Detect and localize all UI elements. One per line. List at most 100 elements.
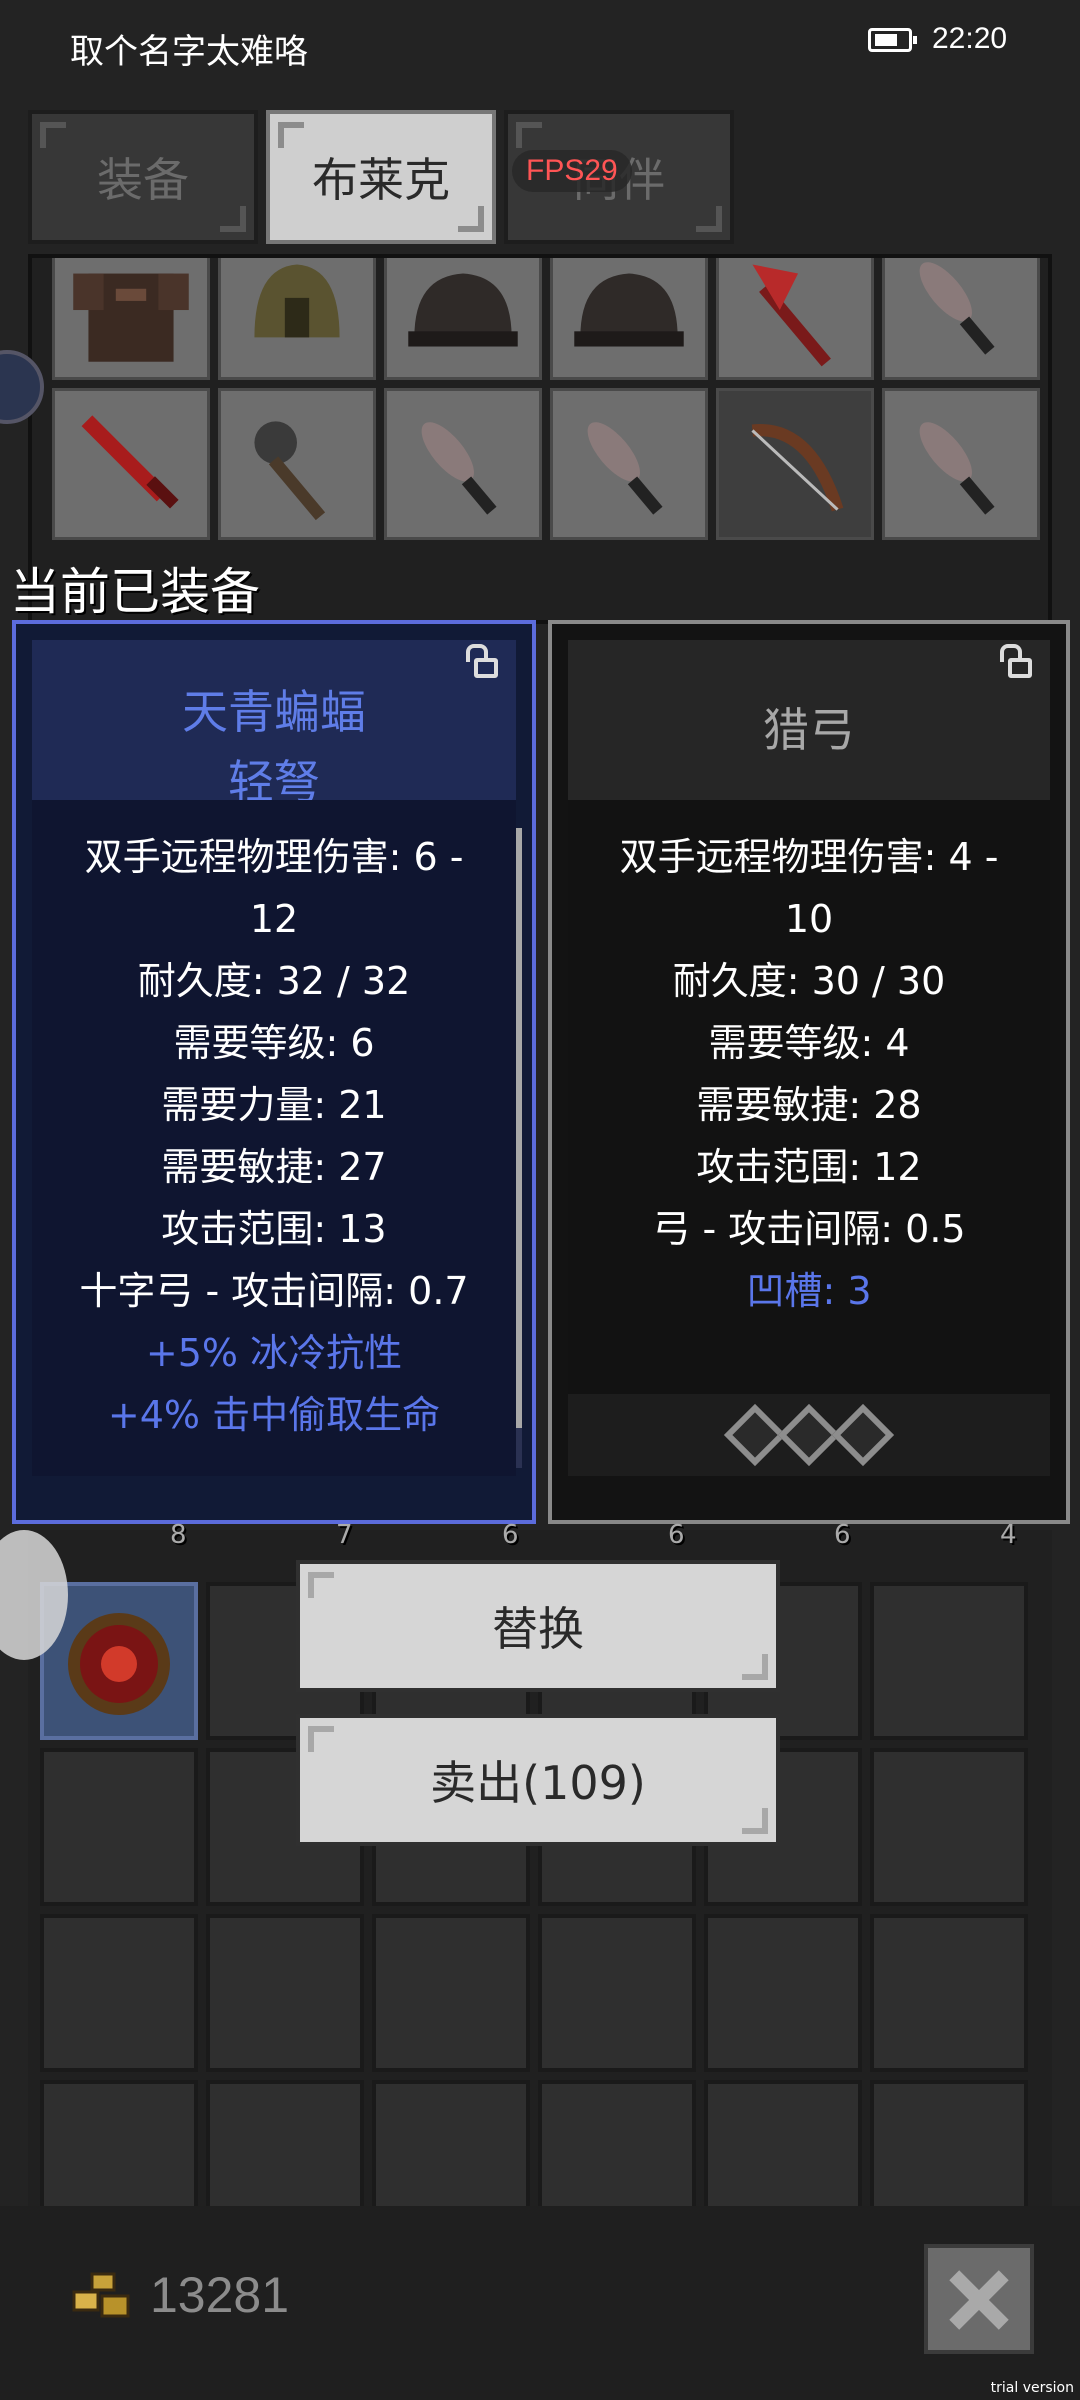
replace-label: 替换 <box>492 1602 584 1656</box>
cap-icon <box>574 273 684 347</box>
armor-icon <box>73 273 189 362</box>
status-time: 22:20 <box>932 22 1008 55</box>
inventory-slot[interactable] <box>870 1582 1028 1740</box>
status-title: 取个名字太难咯 <box>70 32 308 72</box>
socket-icon <box>723 1403 787 1467</box>
sell-label: 卖出(109) <box>430 1756 646 1810</box>
inventory-slot[interactable] <box>372 2080 530 2206</box>
tab-equipment[interactable]: 装备 <box>28 110 258 244</box>
status-bar: 取个名字太难咯 22:20 <box>0 0 1080 90</box>
gold-icon <box>72 2272 130 2318</box>
inventory-slot[interactable] <box>218 258 376 380</box>
inventory-slot[interactable] <box>870 1748 1028 1906</box>
inventory-slot[interactable] <box>716 258 874 380</box>
inventory-slot[interactable] <box>384 388 542 540</box>
slot-number: 6 <box>834 1520 851 1550</box>
watermark: trial version <box>990 2380 1074 2396</box>
corner-decoration <box>278 122 304 148</box>
character-tabs: 装备 布莱克 同伴 <box>28 110 742 244</box>
inventory-slot[interactable] <box>52 388 210 540</box>
stat-line: 需要等级: 4 <box>708 1021 910 1065</box>
inventory-slot[interactable] <box>52 258 210 380</box>
inventory-slot[interactable] <box>882 258 1040 380</box>
dagger-icon <box>919 262 995 355</box>
dagger-icon <box>587 422 663 515</box>
axe-icon <box>752 264 831 367</box>
item-header: 猎弓 <box>568 640 1050 800</box>
stat-line: 双手远程物理伤害: 6 - <box>84 835 464 879</box>
item-name-line1: 天青蝙蝠 <box>182 685 366 739</box>
socket-icon <box>831 1403 895 1467</box>
inventory-slot[interactable] <box>882 388 1040 540</box>
scrollbar-thumb[interactable] <box>516 828 522 1428</box>
slot-number: 8 <box>170 1520 187 1550</box>
sockets-line: 凹槽: 3 <box>746 1269 872 1313</box>
inventory-slot[interactable] <box>550 258 708 380</box>
inventory-slot[interactable] <box>40 1914 198 2072</box>
inventory-slot[interactable] <box>870 1914 1028 2072</box>
stat-line: 弓 - 攻击间隔: 0.5 <box>652 1207 966 1251</box>
stat-line: 需要敏捷: 28 <box>696 1083 922 1127</box>
slot-number: 4 <box>1000 1520 1017 1550</box>
fps-counter: FPS29 <box>512 150 632 192</box>
corner-decoration <box>516 122 542 148</box>
stat-line: 耐久度: 32 / 32 <box>137 959 411 1003</box>
inventory-slot[interactable] <box>206 2080 364 2206</box>
inventory-slot[interactable] <box>704 1914 862 2072</box>
inventory-slot[interactable] <box>550 388 708 540</box>
close-button[interactable] <box>924 2244 1034 2354</box>
cap-icon <box>408 273 518 347</box>
stat-line: 耐久度: 30 / 30 <box>672 959 946 1003</box>
stat-line: 攻击范围: 12 <box>696 1145 922 1189</box>
sell-button[interactable]: 卖出(109) <box>296 1714 780 1846</box>
dagger-icon <box>919 422 995 515</box>
inventory-slot[interactable] <box>372 1914 530 2072</box>
slot-number: 7 <box>336 1520 353 1550</box>
stat-line: 需要敏捷: 27 <box>161 1145 387 1189</box>
gold-amount: 13281 <box>150 2267 290 2323</box>
item-name: 猎弓 <box>763 703 855 757</box>
helmet-icon <box>254 264 340 338</box>
corner-decoration <box>742 1808 768 1834</box>
socket-row <box>568 1394 1050 1476</box>
inventory-slot[interactable] <box>40 1748 198 1906</box>
dagger-icon <box>421 422 497 515</box>
sword-icon <box>81 415 179 509</box>
socket-icon <box>777 1403 841 1467</box>
stat-line: 需要等级: 6 <box>173 1021 375 1065</box>
tab-blake[interactable]: 布莱克 <box>266 110 496 244</box>
lock-icon[interactable] <box>466 644 498 678</box>
inventory-slot[interactable] <box>384 258 542 380</box>
inventory-slot[interactable] <box>40 2080 198 2206</box>
corner-decoration <box>696 206 722 232</box>
inventory-slot-selected[interactable] <box>716 388 874 540</box>
stat-line: 十字弓 - 攻击间隔: 0.7 <box>79 1269 469 1313</box>
stat-line: 10 <box>784 897 834 941</box>
slot-number: 6 <box>502 1520 519 1550</box>
equipped-label: 当前已装备 <box>10 563 260 621</box>
item-stats: 双手远程物理伤害: 4 - 10 耐久度: 30 / 30 需要等级: 4 需要… <box>568 800 1050 1394</box>
tab-label: 装备 <box>97 153 189 207</box>
inventory-slot[interactable] <box>538 1914 696 2072</box>
slot-number: 6 <box>668 1520 685 1550</box>
corner-decoration <box>308 1726 334 1752</box>
bow-icon <box>751 424 844 512</box>
inventory-slot[interactable] <box>538 2080 696 2206</box>
corner-decoration <box>308 1572 334 1598</box>
inventory-slot[interactable] <box>206 1914 364 2072</box>
corner-decoration <box>220 206 246 232</box>
inventory-slot[interactable] <box>704 2080 862 2206</box>
lock-icon[interactable] <box>1000 644 1032 678</box>
inventory-slot[interactable] <box>870 2080 1028 2206</box>
bonus-line: +4% 击中偷取生命 <box>107 1393 441 1437</box>
stat-line: 双手远程物理伤害: 4 - <box>619 835 999 879</box>
stat-line: 12 <box>249 897 299 941</box>
compared-item-panel: 猎弓 双手远程物理伤害: 4 - 10 耐久度: 30 / 30 需要等级: 4… <box>548 620 1070 1524</box>
mace-icon <box>254 421 326 521</box>
inventory-slot[interactable] <box>218 388 376 540</box>
tab-label: 布莱克 <box>312 153 450 207</box>
corner-decoration <box>458 206 484 232</box>
corner-decoration <box>40 122 66 148</box>
corner-decoration <box>742 1654 768 1680</box>
replace-button[interactable]: 替换 <box>296 1560 780 1692</box>
